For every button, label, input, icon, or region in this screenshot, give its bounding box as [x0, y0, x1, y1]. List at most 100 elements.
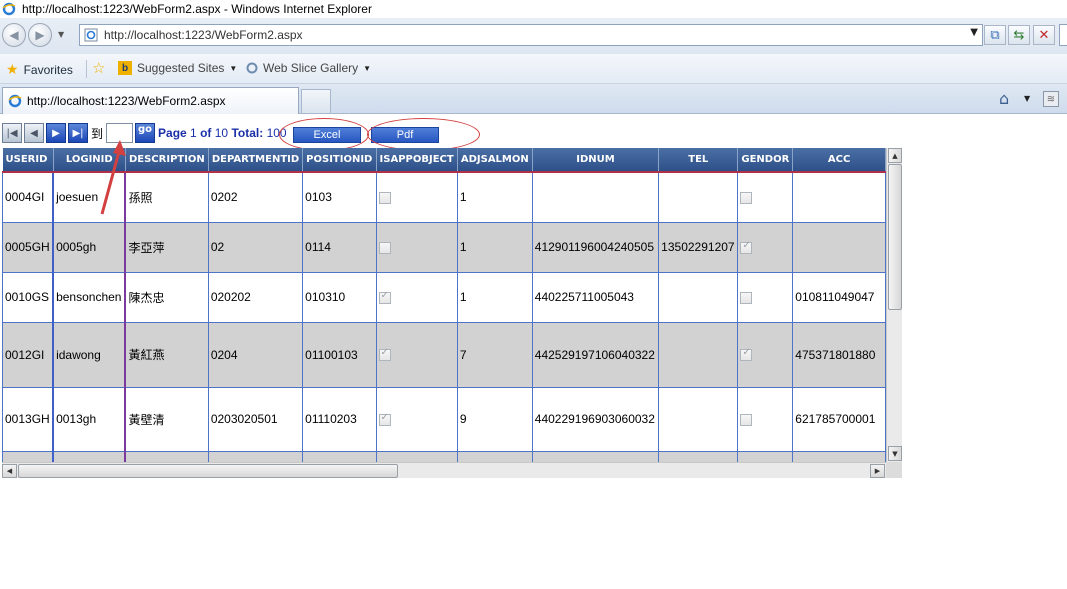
refresh-button[interactable]: ⇆: [1008, 25, 1030, 45]
column-header-tel[interactable]: TEL: [658, 148, 739, 173]
cell-positionid[interactable]: 0103: [302, 171, 377, 223]
gendor-checkbox[interactable]: [740, 192, 753, 205]
cell-idnum[interactable]: 440229196903060032: [531, 386, 660, 452]
scroll-down-icon[interactable]: ▼: [888, 446, 902, 461]
cell-departmentid[interactable]: 0204: [207, 321, 304, 388]
cell-adjsalmon[interactable]: 1: [456, 171, 533, 223]
cell-tel[interactable]: 13502291207: [658, 221, 739, 273]
cell-userid[interactable]: 0004GI: [2, 171, 54, 223]
previous-page-button[interactable]: ◀: [24, 123, 44, 143]
cell-acc[interactable]: 475371801880: [792, 321, 886, 388]
tab-webform2[interactable]: http://localhost:1223/WebForm2.aspx: [2, 87, 299, 114]
column-header-userid[interactable]: USERID: [2, 148, 54, 173]
cell-adjsalmon[interactable]: 9: [456, 386, 533, 452]
go-button[interactable]: go: [135, 123, 156, 143]
gendor-checkbox[interactable]: [740, 240, 753, 254]
favorites-button[interactable]: ★ Favorites: [6, 61, 73, 78]
next-page-button[interactable]: ▶: [46, 123, 66, 143]
isappobject-checkbox[interactable]: [378, 192, 391, 205]
column-header-isappobject[interactable]: ISAPPOBJECT: [376, 148, 458, 173]
add-to-favorites-button[interactable]: ☆: [92, 59, 105, 77]
feed-icon[interactable]: ≋: [1043, 91, 1059, 107]
cell-userid[interactable]: 0005GH: [2, 221, 54, 273]
cell-departmentid[interactable]: 0202: [207, 171, 304, 223]
scroll-right-icon[interactable]: ▶: [870, 464, 885, 478]
search-box[interactable]: [1059, 24, 1067, 46]
cell-adjsalmon[interactable]: 1: [456, 271, 533, 323]
cell-positionid[interactable]: 01110203: [302, 386, 377, 452]
isappobject-checkbox[interactable]: [378, 412, 391, 426]
horizontal-scroll-thumb[interactable]: [18, 464, 398, 478]
gendor-checkbox[interactable]: [740, 291, 753, 304]
cell-loginid[interactable]: bensonchen: [52, 271, 127, 323]
cell-acc[interactable]: 010811049047: [792, 271, 886, 323]
stop-button[interactable]: ✕: [1033, 25, 1055, 45]
cell-tel[interactable]: [658, 271, 739, 323]
address-bar[interactable]: http://localhost:1223/WebForm2.aspx ▼: [79, 24, 983, 46]
cell-userid[interactable]: 0012GI: [2, 321, 54, 388]
isappobject-checkbox[interactable]: [378, 241, 391, 254]
gendor-checkbox[interactable]: [740, 347, 753, 362]
cell-tel[interactable]: [658, 171, 739, 223]
address-url[interactable]: http://localhost:1223/WebForm2.aspx: [104, 28, 303, 42]
cell-userid[interactable]: 0010GS: [2, 271, 54, 323]
cell-loginid[interactable]: 0013gh: [52, 386, 127, 452]
web-slice-gallery-button[interactable]: Web Slice Gallery ▼: [245, 61, 371, 75]
column-header-acc[interactable]: ACC: [792, 148, 886, 173]
last-page-button[interactable]: ▶|: [68, 123, 88, 143]
home-icon[interactable]: ⌂: [999, 89, 1009, 108]
cell-adjsalmon[interactable]: 7: [456, 321, 533, 388]
isappobject-checkbox[interactable]: [378, 290, 391, 304]
horizontal-scrollbar[interactable]: ◀ ▶: [2, 462, 886, 478]
cell-description[interactable]: 李亞萍: [124, 221, 209, 273]
cell-positionid[interactable]: 010310: [302, 271, 377, 323]
gendor-checkbox[interactable]: [740, 413, 753, 426]
column-header-gendor[interactable]: GENDOR: [737, 148, 794, 173]
back-button[interactable]: ◀: [2, 23, 26, 47]
column-header-departmentid[interactable]: DEPARTMENTID: [208, 148, 304, 173]
cell-tel[interactable]: [658, 321, 739, 388]
cell-description[interactable]: 孫照: [124, 171, 209, 223]
cell-departmentid[interactable]: 020202: [207, 271, 304, 323]
cell-positionid[interactable]: 0114: [302, 221, 377, 273]
cell-loginid[interactable]: 0005gh: [52, 221, 127, 273]
table-row[interactable]: 0013GH 0013gh 黃壁清 0203020501 01110203 9 …: [2, 386, 886, 452]
forward-button[interactable]: ▶: [28, 23, 52, 47]
column-header-description[interactable]: DESCRIPTION: [125, 148, 209, 173]
column-header-adjsalmon[interactable]: ADJSALMON: [457, 148, 533, 173]
scroll-left-icon[interactable]: ◀: [2, 464, 17, 478]
cell-departmentid[interactable]: 0203020501: [207, 386, 304, 452]
cell-acc[interactable]: 621785700001: [792, 386, 886, 452]
home-dropdown-icon[interactable]: ▼: [1024, 94, 1030, 103]
cell-idnum[interactable]: [531, 171, 660, 223]
cell-description[interactable]: 陳杰忠: [124, 271, 209, 323]
cell-acc[interactable]: [792, 221, 886, 273]
cell-description[interactable]: 黃紅燕: [124, 321, 209, 388]
cell-tel[interactable]: [658, 386, 739, 452]
cell-idnum[interactable]: 442529197106040322: [531, 321, 660, 388]
cell-adjsalmon[interactable]: 1: [456, 221, 533, 273]
column-header-positionid[interactable]: POSITIONID: [302, 148, 377, 173]
isappobject-checkbox[interactable]: [378, 347, 391, 362]
scroll-up-icon[interactable]: ▲: [888, 148, 902, 163]
compatibility-view-button[interactable]: ⧉: [984, 25, 1006, 45]
vertical-scroll-thumb[interactable]: [888, 164, 902, 310]
table-row[interactable]: 0005GH 0005gh 李亞萍 02 0114 1 412901196004…: [2, 221, 886, 273]
column-header-idnum[interactable]: IDNUM: [532, 148, 660, 173]
cell-loginid[interactable]: idawong: [52, 321, 127, 388]
cell-positionid[interactable]: 01100103: [302, 321, 377, 388]
cell-description[interactable]: 黃壁清: [124, 386, 209, 452]
cell-idnum[interactable]: 412901196004240505: [531, 221, 660, 273]
address-dropdown-icon[interactable]: ▼: [970, 27, 978, 38]
cell-idnum[interactable]: 440225711005043: [531, 271, 660, 323]
suggested-sites-button[interactable]: b Suggested Sites ▼: [118, 61, 237, 75]
cell-departmentid[interactable]: 02: [207, 221, 304, 273]
table-row[interactable]: 0010GS bensonchen 陳杰忠 020202 010310 1 44…: [2, 271, 886, 323]
table-row[interactable]: 0012GI idawong 黃紅燕 0204 01100103 7 44252…: [2, 321, 886, 388]
new-tab-button[interactable]: [301, 89, 331, 113]
vertical-scrollbar[interactable]: ▲ ▼: [886, 148, 902, 462]
first-page-button[interactable]: |◀: [2, 123, 22, 143]
recent-pages-dropdown-icon[interactable]: ▼: [58, 30, 64, 39]
cell-acc[interactable]: [792, 171, 886, 223]
cell-userid[interactable]: 0013GH: [2, 386, 54, 452]
